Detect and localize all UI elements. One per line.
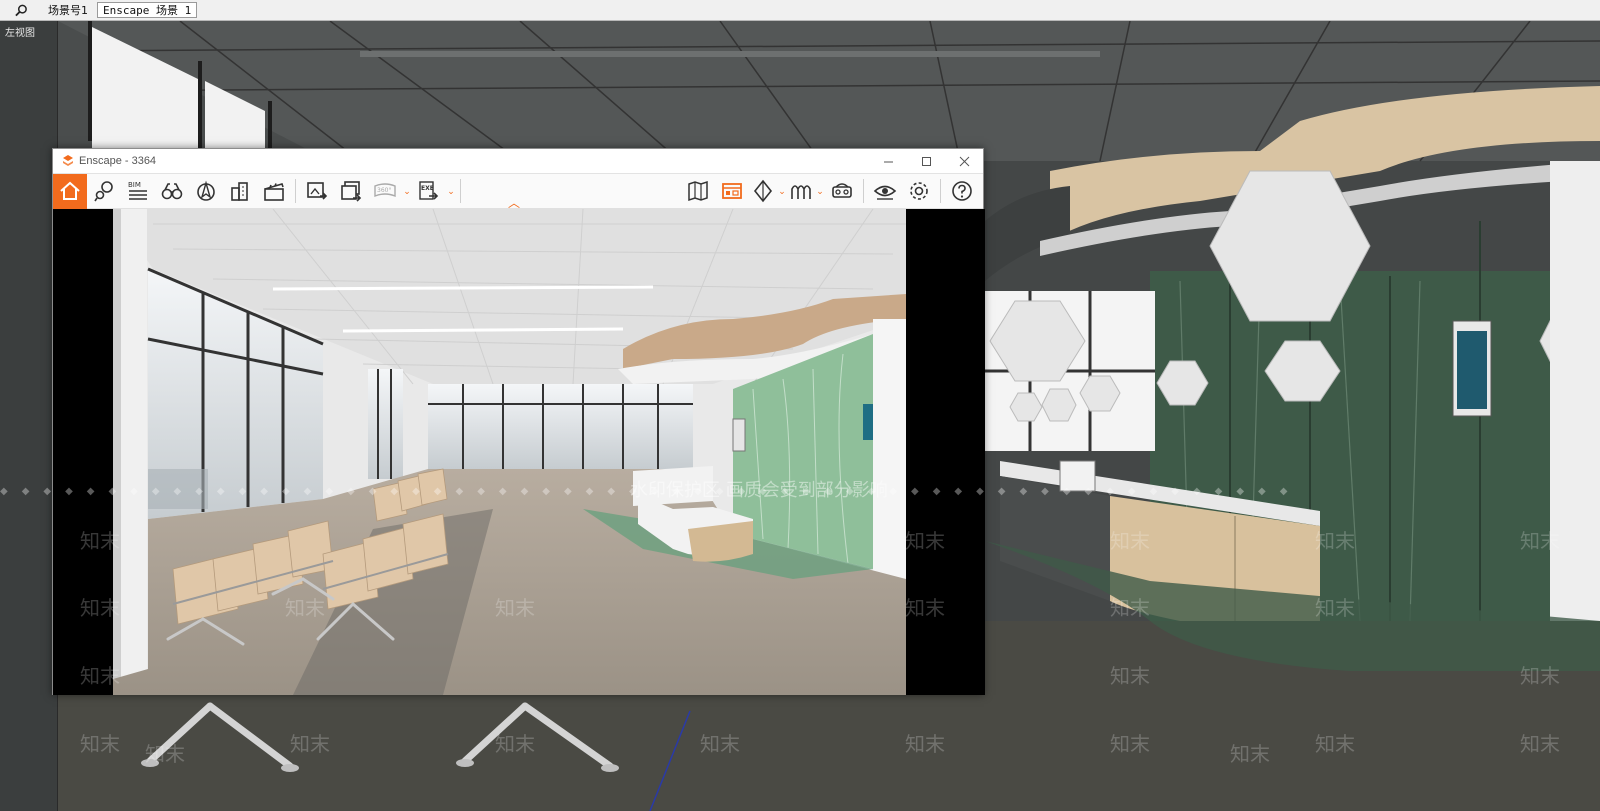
screenshot-button[interactable] xyxy=(300,174,334,209)
enscape-render-view[interactable] xyxy=(53,209,985,695)
svg-text:BIM: BIM xyxy=(128,181,141,189)
material-editor-button[interactable] xyxy=(749,174,777,209)
enscape-logo-icon xyxy=(63,155,73,166)
rendered-waiting-area-image xyxy=(113,209,906,695)
binoculars-icon xyxy=(161,183,183,200)
asset-library-icon xyxy=(722,183,742,199)
panorama-button[interactable]: 360° xyxy=(368,174,402,209)
close-button[interactable] xyxy=(945,149,983,174)
search-icon[interactable] xyxy=(0,0,42,21)
bim-list-icon: BIM xyxy=(128,181,147,200)
gear-icon xyxy=(910,182,928,200)
enscape-window[interactable]: Enscape - 3364 BIM 360° ⌄ EXE ⌄ ︿ ⌄ ⌄ xyxy=(52,148,985,695)
visual-settings-button[interactable] xyxy=(868,174,902,209)
vr-headset-icon xyxy=(832,183,852,198)
location-pin-icon xyxy=(94,181,113,202)
close-icon xyxy=(959,156,969,166)
svg-text:360°: 360° xyxy=(377,187,391,194)
minimize-button[interactable] xyxy=(869,149,907,174)
walk-mode-button[interactable] xyxy=(155,174,189,209)
eye-icon xyxy=(873,185,897,200)
bim-button[interactable]: BIM xyxy=(121,174,155,209)
maximize-icon xyxy=(921,156,931,166)
enscape-titlebar[interactable]: Enscape - 3364 xyxy=(53,149,983,174)
enscape-title: Enscape - 3364 xyxy=(79,155,157,167)
site-context-button[interactable] xyxy=(223,174,257,209)
view-label: 左视图 xyxy=(5,28,35,39)
panorama-dropdown-icon[interactable]: ⌄ xyxy=(402,186,412,197)
sky-icon xyxy=(791,185,811,199)
sketchup-app: 场景号1 Enscape 场景 1 左视图 Enscape - 3364 BIM… xyxy=(0,0,1600,811)
scene-tab-1[interactable]: 场景号1 xyxy=(42,2,94,18)
toolbar-separator xyxy=(863,179,864,203)
clapper-icon xyxy=(264,183,284,201)
vr-headset-button[interactable] xyxy=(825,174,859,209)
help-icon xyxy=(952,181,972,201)
toolbar-separator xyxy=(460,179,461,203)
home-button[interactable] xyxy=(53,173,87,209)
export-dropdown-icon[interactable]: ⌄ xyxy=(446,186,456,197)
batch-render-button[interactable] xyxy=(334,174,368,209)
scene-tab-bar: 场景号1 Enscape 场景 1 xyxy=(0,0,1600,21)
batch-render-icon xyxy=(341,181,362,202)
sky-settings-button[interactable] xyxy=(787,174,815,209)
views-button[interactable] xyxy=(87,174,121,209)
exe-export-icon: EXE xyxy=(419,181,439,200)
home-icon xyxy=(60,181,80,200)
help-button[interactable] xyxy=(945,174,979,209)
material-icon xyxy=(753,179,773,203)
sky-dropdown-icon[interactable]: ⌄ xyxy=(815,186,825,197)
enscape-toolbar: BIM 360° ⌄ EXE ⌄ ︿ ⌄ ⌄ xyxy=(53,173,983,210)
settings-button[interactable] xyxy=(902,174,936,209)
svg-text:EXE: EXE xyxy=(421,185,434,192)
map-button[interactable] xyxy=(681,174,715,209)
exe-export-button[interactable]: EXE xyxy=(412,174,446,209)
map-icon xyxy=(688,180,708,202)
export-image-icon xyxy=(307,182,328,200)
compass-button[interactable] xyxy=(189,174,223,209)
material-dropdown-icon[interactable]: ⌄ xyxy=(777,186,787,197)
compass-icon xyxy=(197,180,215,201)
scene-tab-enscape[interactable]: Enscape 场景 1 xyxy=(97,2,198,18)
left-edge-panel xyxy=(0,21,58,811)
buildings-icon xyxy=(231,182,248,201)
maximize-button[interactable] xyxy=(907,149,945,174)
minimize-icon xyxy=(883,161,893,162)
video-editor-button[interactable] xyxy=(257,174,291,209)
asset-library-button[interactable] xyxy=(715,174,749,209)
panorama-icon: 360° xyxy=(374,183,396,198)
toolbar-separator xyxy=(940,179,941,203)
toolbar-separator xyxy=(295,179,296,203)
watermark-diamond-line: ◆◆◆◆◆◆◆◆◆◆◆◆◆◆◆◆◆◆◆◆◆◆◆◆◆◆◆◆◆◆◆◆◆◆◆◆◆◆◆◆… xyxy=(0,486,1302,497)
